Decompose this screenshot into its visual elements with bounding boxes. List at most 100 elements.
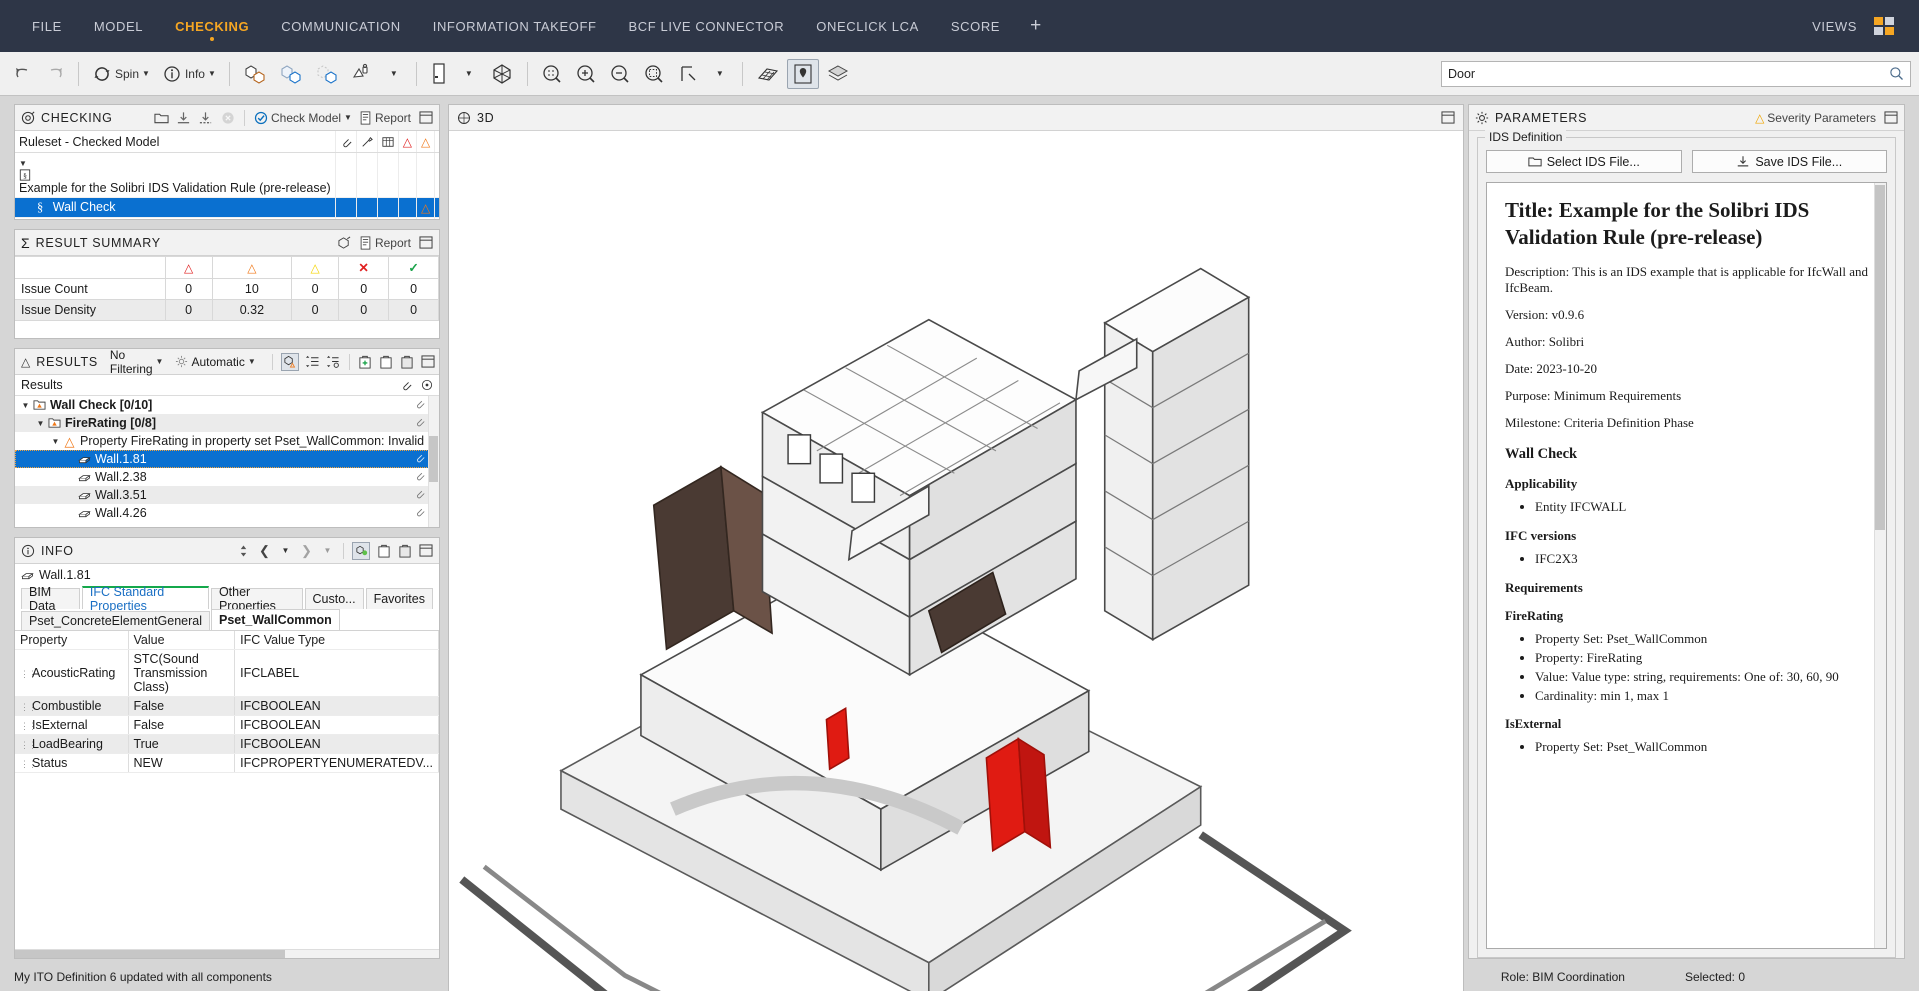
results-row-wall-check[interactable]: ▼ Wall Check [0/10] <box>15 396 439 414</box>
zoom-in-icon[interactable] <box>570 59 602 89</box>
menu-item-bcf-live-connector[interactable]: BCF LIVE CONNECTOR <box>613 0 801 52</box>
transparent-components-icon[interactable] <box>274 59 308 89</box>
menu-item-checking[interactable]: CHECKING <box>159 0 265 52</box>
row-grip-icon[interactable]: ⋮⋮ <box>20 721 37 732</box>
info-paste-icon[interactable] <box>397 543 412 558</box>
parameters-maximize-icon[interactable] <box>1883 110 1898 125</box>
import-ruleset-icon[interactable] <box>176 110 191 125</box>
stop-check-icon[interactable] <box>220 110 235 125</box>
pick-components-icon[interactable] <box>346 59 378 89</box>
layers-icon[interactable] <box>821 59 855 89</box>
export-ruleset-icon[interactable] <box>198 110 213 125</box>
results-row-firerating[interactable]: ▼ FireRating [0/8] <box>15 414 439 432</box>
location-marker-icon[interactable] <box>786 58 819 89</box>
info-highlight-component-icon[interactable] <box>352 541 370 560</box>
results-filter-caret-icon[interactable]: ▼ <box>156 357 164 366</box>
info-expand-collapse-icon[interactable] <box>236 543 251 558</box>
summary-report-button[interactable]: Report <box>359 236 411 250</box>
tab-ifc-standard-properties[interactable]: IFC Standard Properties <box>81 585 209 613</box>
search-icon[interactable] <box>1889 66 1904 81</box>
tab-bim-data[interactable]: BIM Data <box>21 585 80 613</box>
info-prev-menu-caret-icon[interactable]: ▼ <box>278 543 293 558</box>
table-row[interactable]: ⋮⋮AcousticRating STC(Sound Transmission … <box>15 649 439 697</box>
results-row-wall-1-81[interactable]: Wall.1.81 <box>15 450 439 468</box>
results-group-by-component-icon[interactable] <box>280 352 299 371</box>
checking-tree[interactable]: Ruleset - Checked Model △ △ △ <box>15 131 439 219</box>
check-model-button[interactable]: Check Model ▼ <box>254 111 352 125</box>
show-components-icon[interactable] <box>238 59 272 89</box>
table-row[interactable]: ⋮⋮Status NEW IFCPROPERTYENUMERATEDV... <box>15 753 439 773</box>
summary-maximize-icon[interactable] <box>418 235 433 250</box>
results-sort-icon[interactable] <box>305 354 320 369</box>
results-caret-icon[interactable]: ▼ <box>19 401 32 410</box>
zoom-area-icon[interactable] <box>638 59 670 89</box>
model-3d-canvas[interactable]: Roof <box>449 131 1463 991</box>
zoom-fit-icon[interactable] <box>536 59 568 89</box>
table-row[interactable]: ⋮⋮Combustible False IFCBOOLEAN <box>15 696 439 716</box>
results-grouping-dropdown[interactable]: Automatic ▼ <box>175 355 256 369</box>
views-grid-icon[interactable] <box>1871 13 1897 39</box>
row-grip-icon[interactable]: ⋮⋮ <box>20 740 37 751</box>
redo-button[interactable] <box>40 59 70 89</box>
results-paste-issue-icon[interactable] <box>400 354 415 369</box>
menu-item-oneclick-lca[interactable]: ONECLICK LCA <box>800 0 935 52</box>
spin-button[interactable]: Spin ▼ <box>87 59 155 89</box>
results-caret-icon[interactable]: ▼ <box>34 419 47 428</box>
results-row-wall-3-51[interactable]: Wall.3.51 <box>15 486 439 504</box>
checking-row-beam-check[interactable]: § Beam Check △ <box>15 217 439 219</box>
results-caret-icon[interactable]: ▼ <box>49 437 62 446</box>
check-model-caret-icon[interactable]: ▼ <box>344 113 352 122</box>
summary-component-icon[interactable] <box>337 235 352 250</box>
info-horizontal-scrollbar[interactable] <box>15 949 439 958</box>
checking-report-button[interactable]: Report <box>359 111 411 125</box>
save-ids-file-button[interactable]: Save IDS File... <box>1691 150 1887 173</box>
pick-components-caret-icon[interactable]: ▼ <box>380 59 408 89</box>
results-maximize-icon[interactable] <box>421 354 436 369</box>
checking-row-ruleset[interactable]: ▼ § Example for the Solibri IDS Validati… <box>15 152 439 198</box>
tab-pset-wall-common[interactable]: Pset_WallCommon <box>211 609 340 630</box>
search-box[interactable] <box>1441 60 1911 87</box>
views-button[interactable]: VIEWS <box>1812 19 1857 34</box>
select-ids-file-button[interactable]: Select IDS File... <box>1486 150 1682 173</box>
isometric-view-icon[interactable] <box>485 59 519 89</box>
results-row-wall-2-38[interactable]: Wall.2.38 <box>15 468 439 486</box>
tab-other-properties[interactable]: Other Properties <box>210 585 303 613</box>
checking-maximize-icon[interactable] <box>418 110 433 125</box>
info-next-icon[interactable]: ❯ <box>299 543 314 558</box>
results-grouping-caret-icon[interactable]: ▼ <box>248 357 256 366</box>
section-view-icon[interactable] <box>425 59 453 89</box>
menu-item-model[interactable]: MODEL <box>78 0 159 52</box>
results-scrollbar-thumb[interactable] <box>429 436 438 482</box>
results-scrollbar[interactable] <box>428 396 439 527</box>
checking-row-wall-check[interactable]: § Wall Check △ <box>15 197 439 218</box>
view-3d-maximize-icon[interactable] <box>1440 110 1455 125</box>
tab-favorites[interactable]: Favorites <box>365 588 433 609</box>
table-row[interactable]: ⋮⋮IsExternal False IFCBOOLEAN <box>15 715 439 735</box>
results-row-invalid-cardinality[interactable]: ▼ △ Property FireRating in property set … <box>15 432 439 450</box>
menu-item-score[interactable]: SCORE <box>935 0 1016 52</box>
measure-icon[interactable] <box>672 59 704 89</box>
search-input[interactable] <box>1448 66 1889 81</box>
row-grip-icon[interactable]: ⋮⋮ <box>20 702 37 713</box>
checking-row-caret-icon[interactable]: ▼ <box>19 159 27 168</box>
undo-button[interactable] <box>8 59 38 89</box>
spin-caret-icon[interactable]: ▼ <box>142 69 150 78</box>
info-caret-icon[interactable]: ▼ <box>208 69 216 78</box>
info-maximize-icon[interactable] <box>418 543 433 558</box>
zoom-out-icon[interactable] <box>604 59 636 89</box>
results-tree[interactable]: ▼ Wall Check [0/10] ▼ FireRating [0/8] ▼… <box>15 396 439 527</box>
results-add-issue-icon[interactable] <box>358 354 373 369</box>
section-view-caret-icon[interactable]: ▼ <box>455 59 483 89</box>
info-button[interactable]: Info ▼ <box>157 59 221 89</box>
table-row[interactable]: ⋮⋮LoadBearing True IFCBOOLEAN <box>15 734 439 754</box>
measure-caret-icon[interactable]: ▼ <box>706 59 734 89</box>
ids-document-scrollbar[interactable] <box>1874 183 1886 948</box>
tab-custom[interactable]: Custo... <box>304 588 364 609</box>
results-filter-dropdown[interactable]: No Filtering ▼ <box>110 348 164 376</box>
ids-document-scrollbar-thumb[interactable] <box>1875 185 1885 530</box>
hidden-components-icon[interactable] <box>310 59 344 89</box>
ids-document-viewer[interactable]: Title: Example for the Solibri IDS Valid… <box>1486 182 1887 949</box>
menu-item-communication[interactable]: COMMUNICATION <box>265 0 417 52</box>
results-sort-settings-icon[interactable] <box>326 354 341 369</box>
menu-item-information-takeoff[interactable]: INFORMATION TAKEOFF <box>417 0 613 52</box>
